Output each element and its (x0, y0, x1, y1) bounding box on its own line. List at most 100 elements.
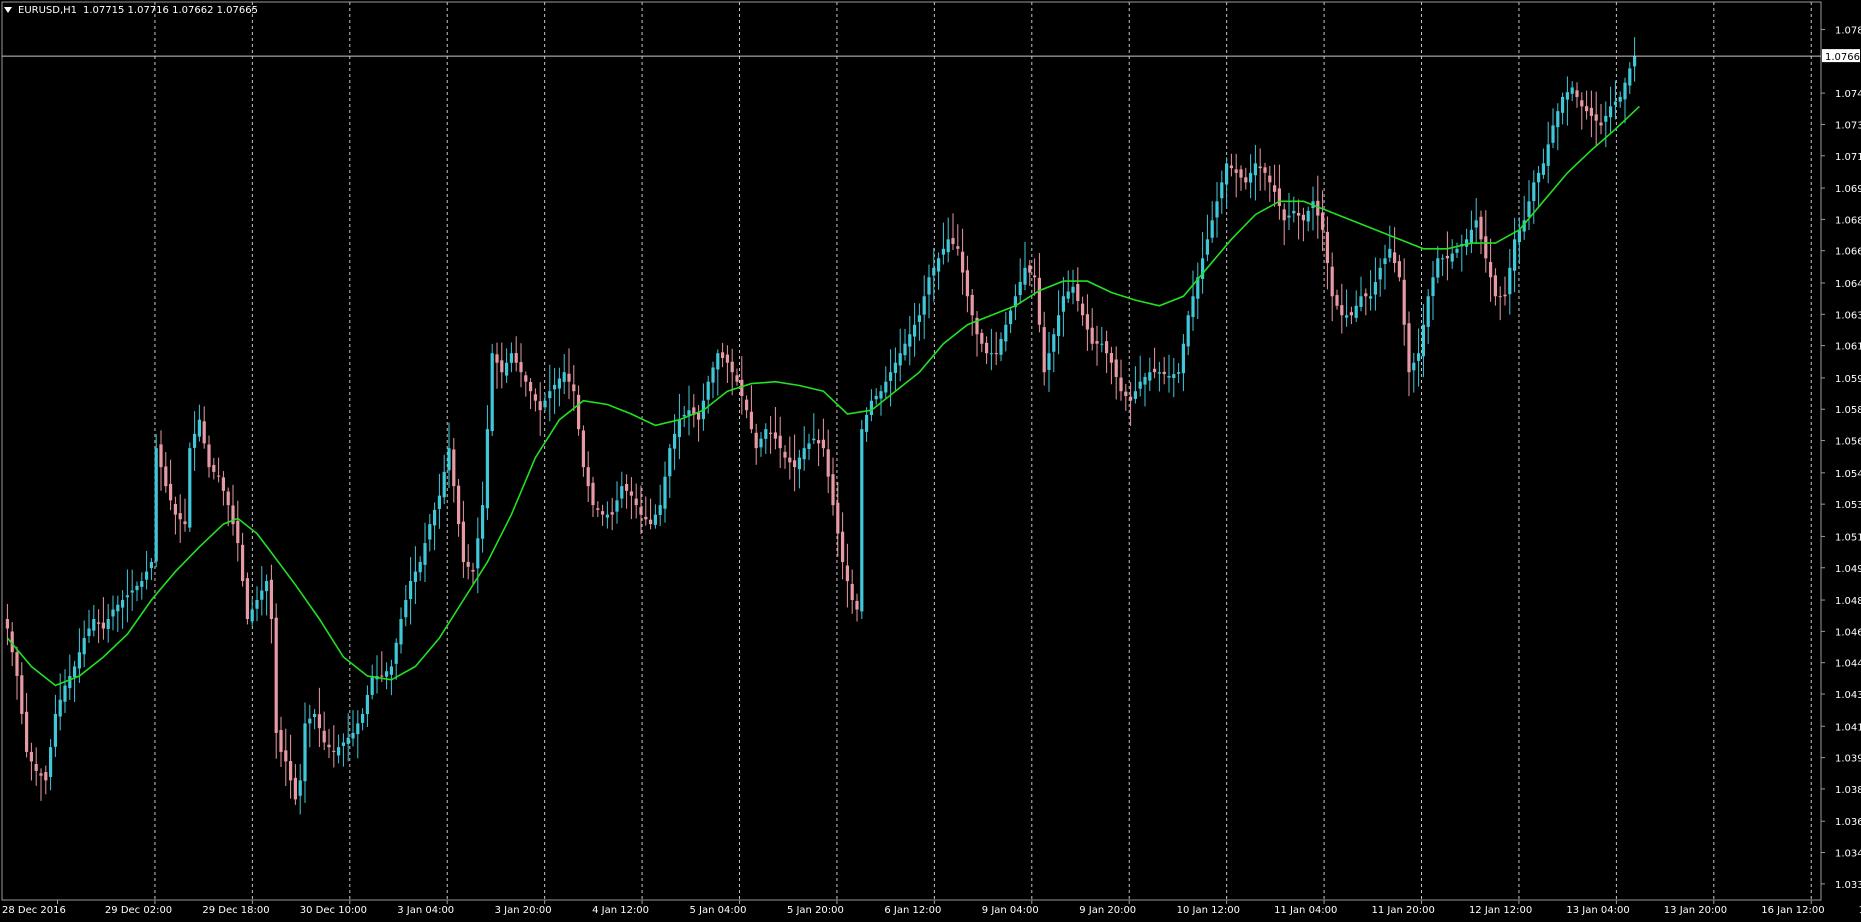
candle-body (1541, 163, 1545, 175)
candle-body (1585, 106, 1589, 112)
y-tick-label: 1.06140 (1835, 342, 1861, 353)
candle-body (25, 711, 29, 752)
candle-body (1474, 220, 1478, 228)
candle-body (1445, 255, 1449, 259)
candle-body (313, 713, 317, 718)
candle-body (1378, 267, 1382, 280)
candle-body (1297, 212, 1301, 216)
candle-body (994, 353, 998, 355)
candle-body (197, 419, 201, 437)
candle-body (1263, 167, 1267, 173)
candle-body (1109, 352, 1113, 363)
x-tick-label: 5 Jan 20:00 (787, 905, 844, 916)
candle-body (668, 448, 672, 477)
candle-body (884, 381, 888, 393)
candle-body (394, 642, 398, 664)
candle-body (413, 571, 417, 582)
y-tick-label: 1.06805 (1835, 215, 1861, 226)
candle-body (1023, 267, 1027, 285)
price-chart[interactable]: 1.07665 1.07805 1.07470 1.07305 1.07140 1.06… (0, 0, 1861, 918)
candle-body (903, 343, 907, 356)
candle-body (697, 412, 701, 420)
candle-body (1239, 169, 1243, 178)
candle-body (1335, 295, 1339, 306)
candle-body (404, 600, 408, 618)
candle-body (1450, 253, 1454, 262)
candle-body (457, 485, 461, 525)
candle-body (1349, 312, 1353, 316)
candle-body (553, 384, 557, 390)
candle-body (140, 581, 144, 587)
candle-body (1162, 371, 1166, 375)
x-tick-label: 30 Dec 10:00 (300, 905, 367, 916)
candle-body (1148, 372, 1152, 381)
candle-body (1301, 214, 1305, 221)
candle-body (1517, 229, 1521, 243)
candle-body (73, 666, 77, 678)
candle-body (1167, 376, 1171, 378)
chart-window[interactable]: EURUSD,H1 1.07715 1.07716 1.07662 1.0766… (0, 0, 1861, 918)
candle-body (1181, 343, 1185, 374)
candle-body (1028, 265, 1032, 273)
candle-body (620, 486, 624, 499)
candle-body (44, 772, 48, 781)
candle-body (461, 521, 465, 563)
y-tick-label: 1.04800 (1835, 596, 1861, 607)
candle-body (1076, 284, 1080, 302)
candle-body (1441, 258, 1445, 260)
candle-body (514, 353, 518, 363)
candle-body (1009, 310, 1013, 325)
y-tick-label: 1.06305 (1835, 310, 1861, 321)
y-tick-label: 1.06640 (1835, 247, 1861, 258)
candle-body (1417, 353, 1421, 361)
candle-body (557, 378, 561, 389)
candle-body (49, 747, 53, 777)
candle-body (1455, 248, 1459, 253)
candle-body (1345, 315, 1349, 318)
candle-body (1532, 182, 1536, 202)
candle-body (437, 495, 441, 509)
y-tick-label: 1.07305 (1835, 120, 1861, 131)
candle-body (1205, 239, 1209, 255)
candle-body (1623, 82, 1627, 100)
x-tick-label: 12 Jan 12:00 (1469, 905, 1532, 916)
candle-body (653, 514, 657, 525)
candle-body (908, 334, 912, 347)
y-tick-label: 1.04470 (1835, 659, 1861, 670)
candle-body (178, 513, 182, 520)
candle-body (212, 464, 216, 472)
candle-body (965, 270, 969, 297)
candle-body (418, 562, 422, 573)
candle-body (1210, 220, 1214, 238)
candle-body (466, 561, 470, 567)
candle-body (125, 595, 129, 598)
candle-body (1133, 391, 1137, 399)
candle-body (1402, 279, 1406, 325)
candle-body (1119, 377, 1123, 392)
x-tick-label: 6 Jan 12:00 (884, 905, 941, 916)
candle-body (1047, 353, 1051, 370)
candle-body (159, 444, 163, 468)
candle-body (985, 342, 989, 354)
candle-body (389, 666, 393, 675)
candle-body (279, 729, 283, 752)
candle-body (327, 744, 331, 748)
y-tick-label: 1.05305 (1835, 500, 1861, 511)
candle-body (783, 451, 787, 458)
candle-body (956, 246, 960, 249)
candle-body (1513, 239, 1517, 271)
candle-body (605, 514, 609, 518)
y-tick-label: 1.03805 (1835, 785, 1861, 796)
candle-body (1421, 324, 1425, 357)
candle-body (1412, 362, 1416, 371)
candle-body (1071, 286, 1075, 293)
candle-body (380, 675, 384, 677)
candle-body (58, 699, 62, 717)
dropdown-triangle-icon[interactable] (4, 7, 12, 13)
candle-body (29, 751, 33, 762)
candle-body (821, 439, 825, 449)
candle-body (207, 444, 211, 468)
candle-body (740, 379, 744, 396)
candle-body (1191, 296, 1195, 317)
candle-body (101, 622, 105, 629)
